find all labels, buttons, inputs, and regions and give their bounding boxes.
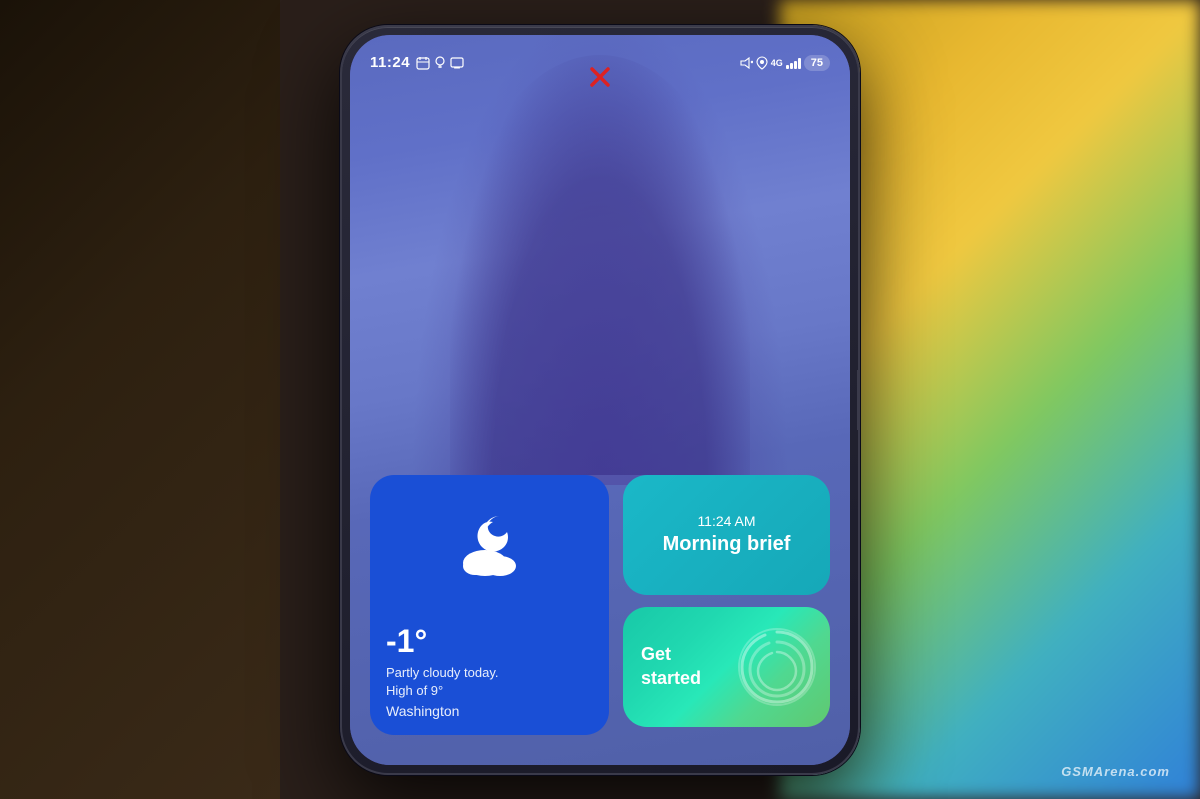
network-type: 4G: [771, 58, 783, 68]
widgets-area: -1° Partly cloudy today. High of 9° Wash…: [370, 475, 830, 735]
status-icons-left: [416, 56, 464, 70]
status-right: 4G 75: [739, 55, 830, 71]
close-button[interactable]: [586, 63, 614, 91]
moon-cloud-icon: [445, 498, 535, 588]
scene: 11:24: [0, 0, 1200, 799]
battery-badge: 75: [804, 55, 830, 71]
phone-outer: 11:24: [340, 25, 860, 775]
bulb-icon: [434, 56, 446, 70]
phone-screen: 11:24: [350, 35, 850, 765]
phone-wrapper: 11:24: [340, 25, 860, 775]
weather-temperature: -1°: [386, 623, 593, 660]
status-time: 11:24: [370, 54, 410, 71]
brief-title: Morning brief: [663, 533, 791, 556]
gps-icon: [756, 56, 768, 70]
watermark: GSMArena.com: [1061, 764, 1170, 779]
weather-info: -1° Partly cloudy today. High of 9° Wash…: [386, 615, 593, 718]
side-button[interactable]: [857, 370, 860, 430]
get-started-widget[interactable]: Getstarted: [623, 607, 830, 727]
morning-brief-widget[interactable]: 11:24 AM Morning brief: [623, 475, 830, 595]
weather-location: Washington: [386, 703, 593, 719]
calendar-icon: [416, 56, 430, 70]
weather-icon-area: [386, 493, 593, 593]
weather-widget[interactable]: -1° Partly cloudy today. High of 9° Wash…: [370, 475, 609, 735]
status-left: 11:24: [370, 54, 464, 71]
status-icons-right: 4G 75: [739, 55, 830, 71]
screen-icon: [450, 57, 464, 69]
signal-bars: [786, 57, 801, 69]
get-started-text: Getstarted: [641, 643, 701, 690]
weather-description: Partly cloudy today. High of 9°: [386, 664, 593, 700]
status-bar: 11:24: [370, 47, 830, 79]
bg-left: [0, 0, 280, 799]
brief-time: 11:24 AM: [697, 513, 755, 529]
mute-icon: [739, 56, 753, 70]
right-widgets: 11:24 AM Morning brief Getstarted: [623, 475, 830, 735]
swirl-icon: [732, 622, 822, 712]
